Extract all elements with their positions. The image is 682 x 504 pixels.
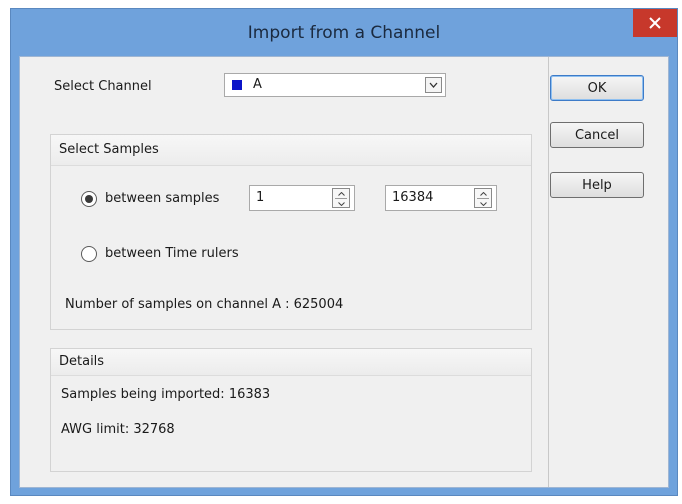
select-channel-label: Select Channel [54,79,152,94]
select-samples-group: Select Samples between samples 1 16384 b… [50,134,532,330]
between-samples-radio[interactable] [81,191,97,207]
cancel-button[interactable]: Cancel [550,122,644,148]
spin-down-icon[interactable] [333,199,349,208]
select-samples-header: Select Samples [51,135,531,166]
channel-dropdown[interactable]: A [224,73,446,97]
dialog-client-area: Select Channel A Select Samples between … [19,56,669,488]
ok-button[interactable]: OK [550,75,644,101]
window-title: Import from a Channel [247,23,441,43]
start-sample-spin-buttons[interactable] [332,188,350,208]
radio-selected-dot [85,195,93,203]
end-sample-value: 16384 [392,190,434,205]
close-button[interactable] [633,9,677,37]
start-sample-value: 1 [256,190,265,205]
sample-count-text: Number of samples on channel A : 625004 [65,297,344,312]
spin-up-icon[interactable] [333,189,349,198]
spin-down-icon[interactable] [475,199,491,208]
select-samples-title: Select Samples [59,142,159,157]
awg-limit-text: AWG limit: 32768 [61,422,175,437]
end-sample-stepper[interactable]: 16384 [385,185,497,211]
details-group: Details Samples being imported: 16383 AW… [50,348,532,472]
spin-up-icon[interactable] [475,189,491,198]
title-bar[interactable]: Import from a Channel [11,9,677,57]
chevron-down-icon[interactable] [425,77,442,93]
between-time-rulers-label[interactable]: between Time rulers [105,246,239,261]
close-icon [649,17,661,29]
help-button[interactable]: Help [550,172,644,198]
end-sample-spin-buttons[interactable] [474,188,492,208]
divider [548,57,549,487]
details-header: Details [51,349,531,376]
between-samples-label[interactable]: between samples [105,191,219,206]
samples-imported-text: Samples being imported: 16383 [61,387,271,402]
channel-dropdown-value: A [253,77,262,92]
between-time-rulers-radio[interactable] [81,246,97,262]
details-title: Details [59,354,105,369]
start-sample-stepper[interactable]: 1 [249,185,355,211]
channel-color-swatch [232,80,242,90]
